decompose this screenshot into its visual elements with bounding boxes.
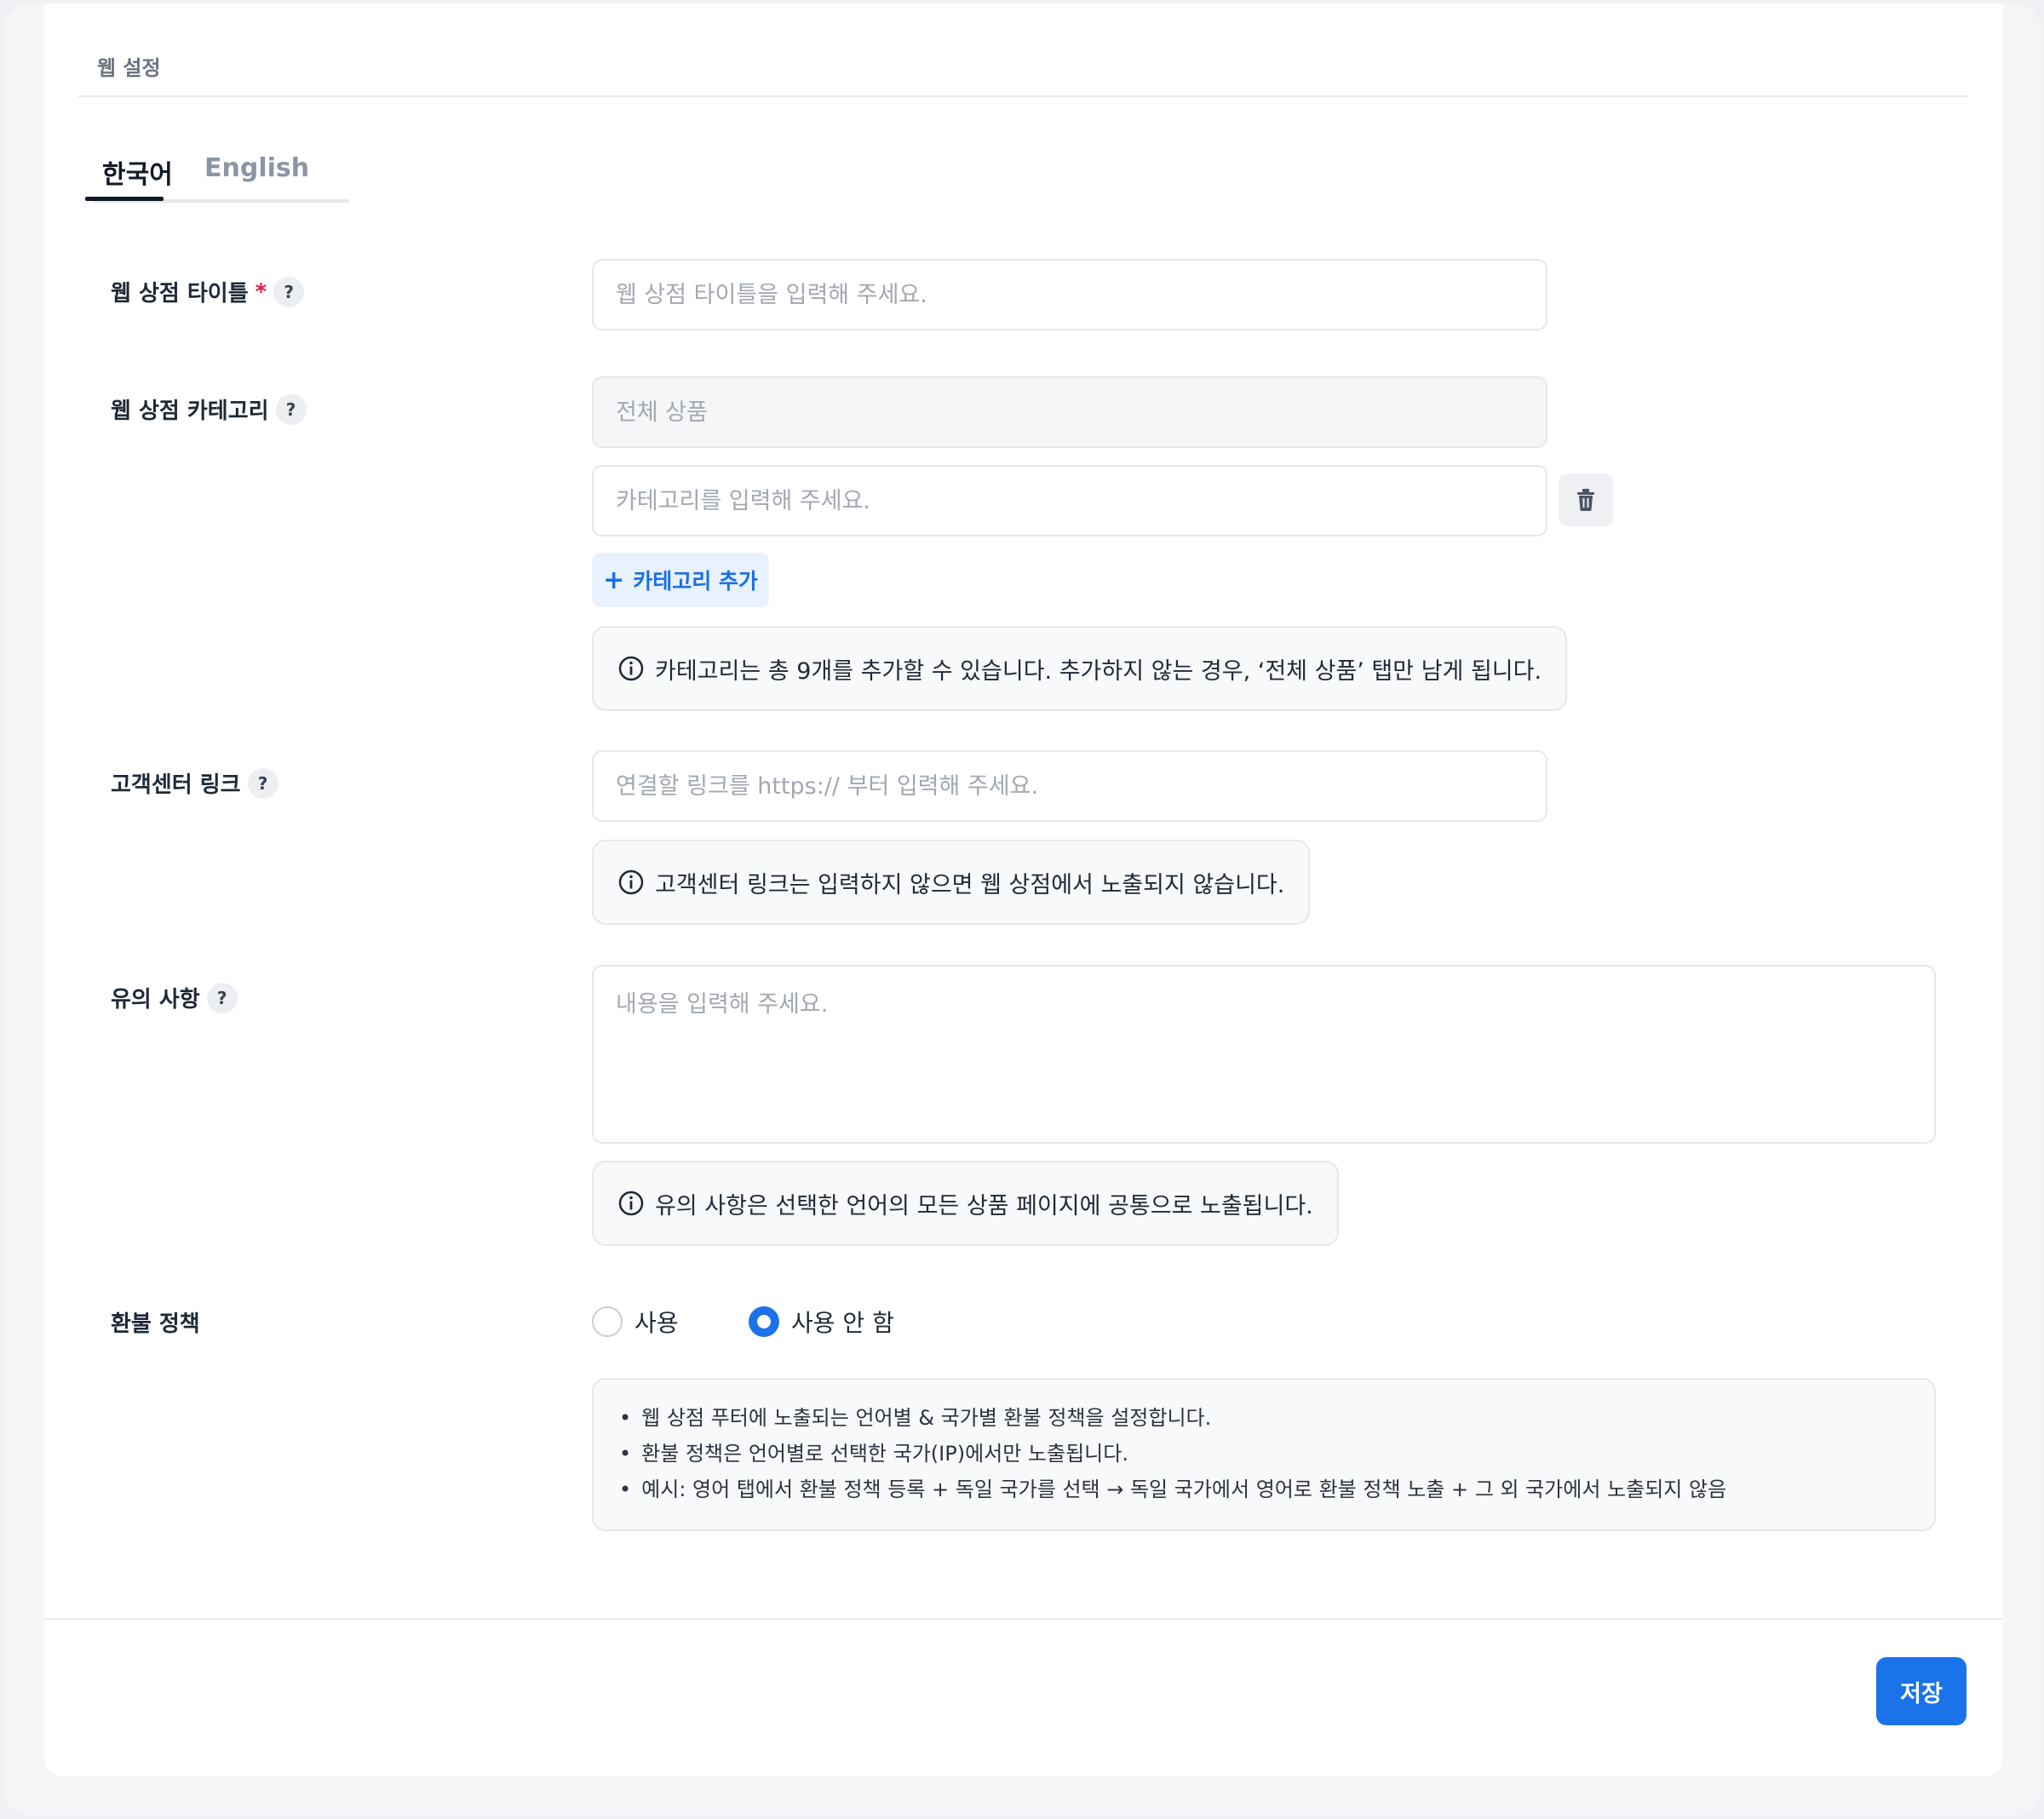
tab-korean[interactable]: 한국어 (102, 153, 173, 191)
help-icon[interactable]: ? (206, 982, 238, 1013)
divider (78, 95, 1969, 97)
support-link-input[interactable] (592, 750, 1547, 822)
radio-button-selected[interactable] (749, 1306, 779, 1337)
category-input[interactable] (592, 465, 1547, 537)
category-info-box: 카테고리는 총 9개를 추가할 수 있습니다. 추가하지 않는 경우, ‘전체 … (592, 626, 1568, 711)
store-title-label: 웹 상점 타이틀 * ? (111, 276, 305, 307)
support-link-label: 고객센터 링크 ? (111, 767, 278, 799)
add-category-label: 카테고리 추가 (633, 569, 758, 594)
store-category-label-text: 웹 상점 카테고리 (111, 399, 269, 424)
support-link-label-text: 고객센터 링크 (111, 772, 241, 798)
refund-notes: 웹 상점 푸터에 노출되는 언어별 & 국가별 환불 정책을 설정합니다. 환불… (592, 1378, 1936, 1531)
required-mark: * (255, 278, 267, 305)
help-icon[interactable]: ? (247, 767, 278, 799)
settings-card: 웹 설정 한국어 English 웹 상점 타이틀 * ? 웹 상점 카테고리 … (44, 3, 2003, 1776)
refund-note-item: 예시: 영어 탭에서 환불 정책 등록 + 독일 국가를 선택 → 독일 국가에… (619, 1472, 1909, 1507)
help-icon[interactable]: ? (273, 276, 305, 307)
refund-policy-label-text: 환불 정책 (111, 1311, 200, 1337)
radio-label: 사용 (634, 1309, 679, 1337)
language-tabs: 한국어 English (94, 148, 349, 203)
trash-icon (1577, 489, 1594, 511)
notice-textarea[interactable] (592, 965, 1936, 1144)
support-link-info-text: 고객센터 링크는 입력하지 않으면 웹 상점에서 노출되지 않습니다. (655, 871, 1285, 898)
refund-note-item: 환불 정책은 언어별로 선택한 국가(IP)에서만 노출됩니다. (619, 1436, 1909, 1472)
store-category-label: 웹 상점 카테고리 ? (111, 393, 307, 425)
support-link-info-box: 고객센터 링크는 입력하지 않으면 웹 상점에서 노출되지 않습니다. (592, 840, 1311, 925)
window-frame: 웹 설정 한국어 English 웹 상점 타이틀 * ? 웹 상점 카테고리 … (3, 3, 2041, 1816)
tab-english[interactable]: English (204, 153, 309, 183)
refund-radio-use[interactable]: 사용 (592, 1305, 679, 1339)
help-icon[interactable]: ? (275, 393, 307, 425)
radio-button[interactable] (592, 1306, 623, 1337)
info-circle-icon (618, 869, 644, 895)
plus-icon: + (603, 565, 625, 595)
section-title: 웹 설정 (97, 56, 161, 80)
active-tab-indicator (85, 197, 164, 201)
radio-label: 사용 안 함 (791, 1309, 894, 1337)
notice-label: 유의 사항 ? (111, 982, 238, 1013)
refund-radio-not-use[interactable]: 사용 안 함 (749, 1305, 894, 1339)
notice-info-box: 유의 사항은 선택한 언어의 모든 상품 페이지에 공통으로 노출됩니다. (592, 1161, 1339, 1246)
add-category-button[interactable]: + 카테고리 추가 (592, 553, 769, 607)
notice-label-text: 유의 사항 (111, 987, 200, 1013)
refund-policy-label: 환불 정책 (111, 1306, 200, 1338)
info-circle-icon (618, 656, 644, 681)
category-info-text: 카테고리는 총 9개를 추가할 수 있습니다. 추가하지 않는 경우, ‘전체 … (655, 657, 1542, 685)
save-button[interactable]: 저장 (1876, 1657, 1966, 1725)
delete-category-button[interactable] (1559, 473, 1613, 526)
store-title-input[interactable] (592, 259, 1547, 330)
info-circle-icon (618, 1191, 644, 1216)
notice-info-text: 유의 사항은 선택한 언어의 모든 상품 페이지에 공통으로 노출됩니다. (655, 1192, 1313, 1219)
footer-divider (44, 1618, 2003, 1620)
refund-note-item: 웹 상점 푸터에 노출되는 언어별 & 국가별 환불 정책을 설정합니다. (619, 1400, 1909, 1436)
category-all-products-input (592, 376, 1547, 448)
store-title-label-text: 웹 상점 타이틀 (111, 281, 249, 307)
